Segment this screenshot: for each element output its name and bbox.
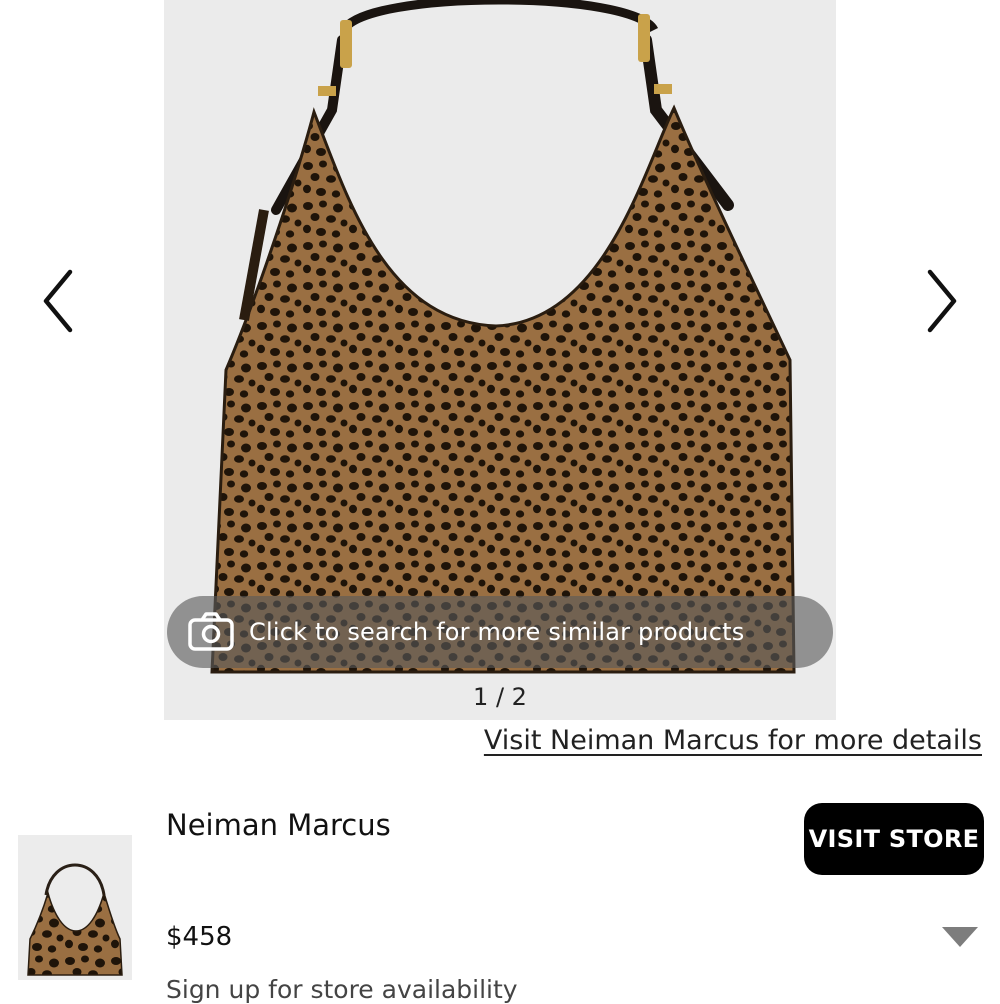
thumbnail-image (27, 863, 123, 976)
visit-retailer-details-link[interactable]: Visit Neiman Marcus for more details (484, 725, 982, 756)
visual-search-button[interactable]: Click to search for more similar product… (167, 596, 833, 668)
visual-search-label: Click to search for more similar product… (249, 618, 745, 646)
previous-image-button[interactable] (28, 266, 88, 336)
visit-store-button[interactable]: VISIT STORE (804, 803, 984, 875)
store-name: Neiman Marcus (166, 808, 391, 842)
chevron-right-icon (927, 269, 957, 333)
image-counter: 1 / 2 (473, 683, 527, 711)
next-image-button[interactable] (912, 266, 972, 336)
product-thumbnail[interactable] (18, 835, 132, 980)
product-price: $458 (166, 922, 233, 952)
camera-icon (187, 612, 235, 652)
triangle-down-icon (942, 927, 978, 947)
chevron-left-icon (43, 269, 73, 333)
expand-offers-button[interactable] (940, 924, 980, 950)
